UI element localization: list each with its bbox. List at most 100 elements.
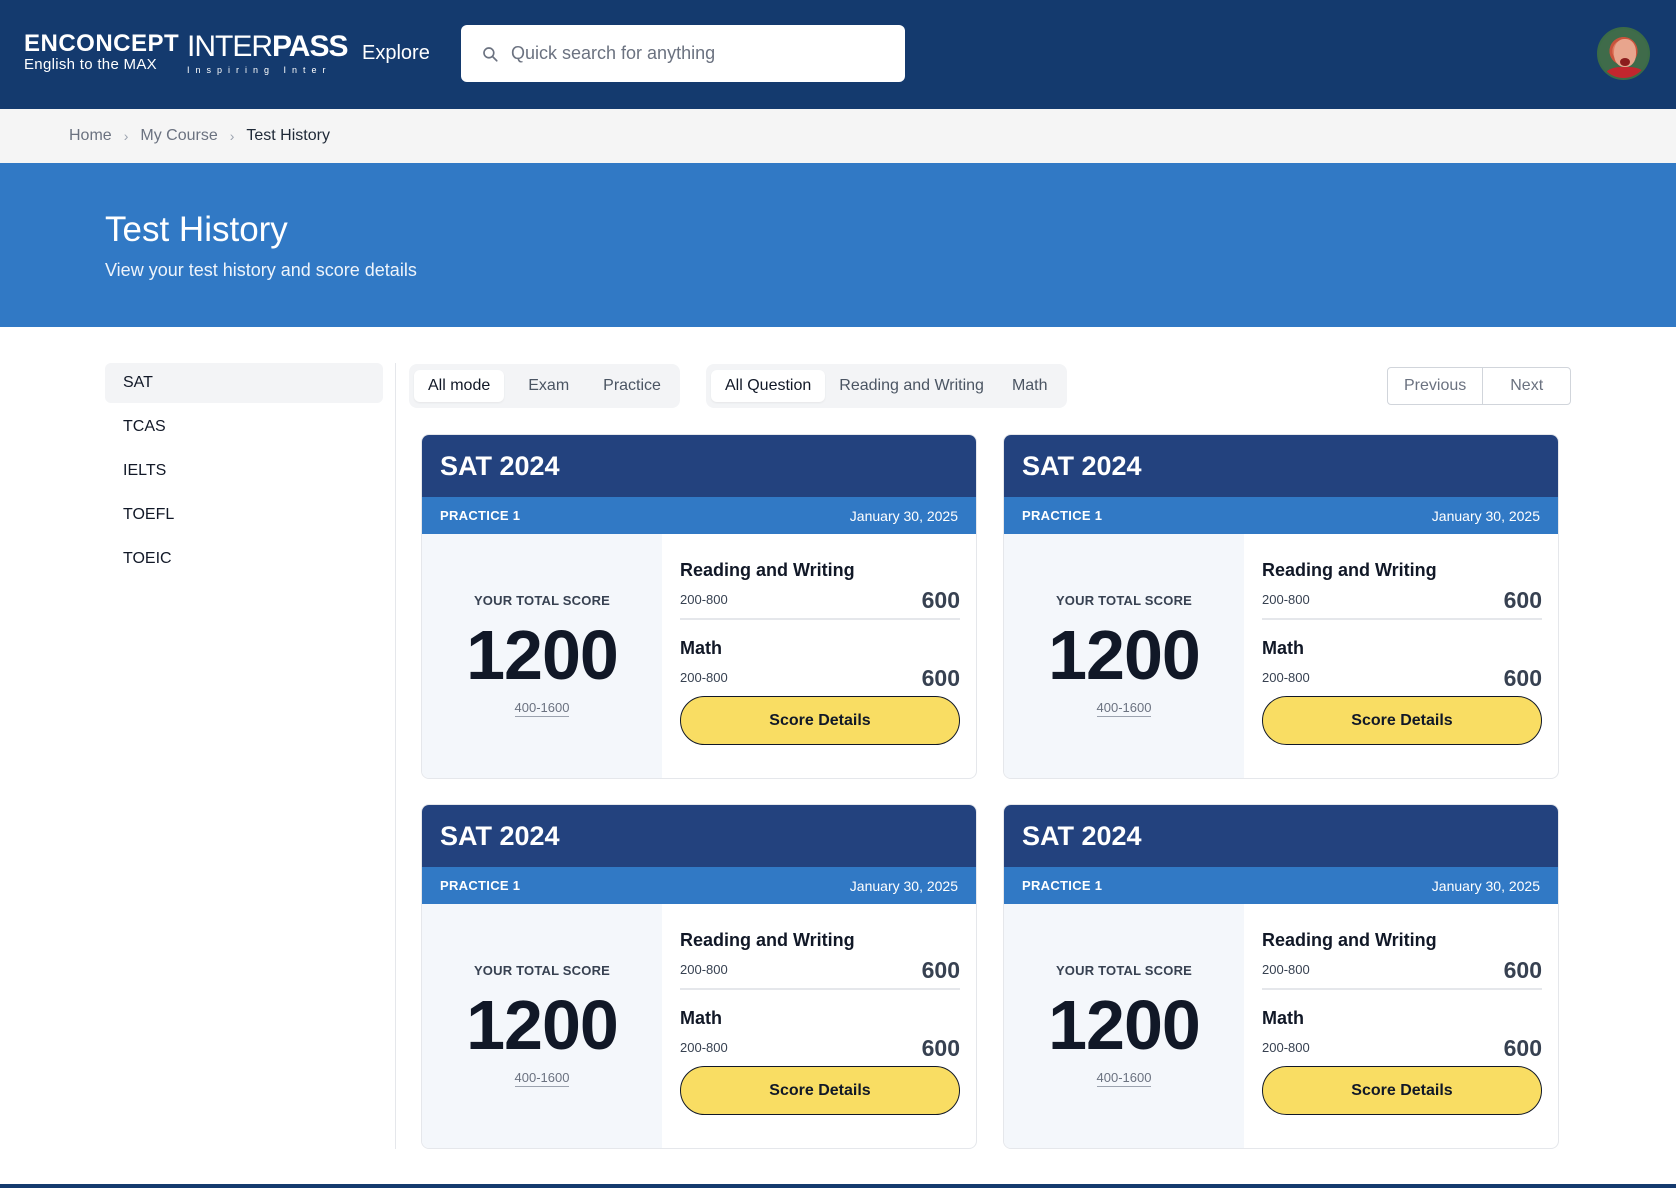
- search-placeholder: Quick search for anything: [511, 43, 716, 63]
- card-date: January 30, 2025: [849, 507, 958, 524]
- card-mode: PRACTICE 1: [1022, 508, 1103, 523]
- card-body: YOUR TOTAL SCORE 1200 400-1600 Reading a…: [1004, 904, 1558, 1148]
- sidebar-item-sat[interactable]: SAT: [105, 363, 383, 403]
- card-subheader: PRACTICE 1 January 30, 2025: [1004, 497, 1558, 534]
- section-score: 600: [1503, 957, 1542, 983]
- sidebar-item-tcas[interactable]: TCAS: [105, 407, 383, 447]
- test-card: SAT 2024 PRACTICE 1 January 30, 2025 YOU…: [1003, 434, 1559, 779]
- section-scores-panel: Reading and Writing 200-800 600 Math 200…: [662, 904, 976, 1148]
- previous-button[interactable]: Previous: [1388, 368, 1482, 404]
- section-score-row: Reading and Writing 200-800 600: [1262, 560, 1542, 620]
- chevron-right-icon: ›: [123, 128, 129, 144]
- total-score-range: 400-1600: [514, 1070, 570, 1087]
- section-range: 200-800: [1262, 592, 1310, 607]
- enconcept-logo-text: ENCONCEPT: [24, 30, 180, 57]
- breadcrumb-home[interactable]: Home: [69, 127, 112, 145]
- pagination: Previous Next: [1387, 367, 1572, 405]
- sidebar-item-toeic[interactable]: TOEIC: [105, 539, 383, 579]
- card-body: YOUR TOTAL SCORE 1200 400-1600 Reading a…: [422, 904, 976, 1148]
- section-scores-panel: Reading and Writing 200-800 600 Math 200…: [1244, 534, 1558, 778]
- search-icon: [483, 46, 498, 62]
- total-score-panel: YOUR TOTAL SCORE 1200 400-1600: [1004, 904, 1244, 1148]
- user-avatar[interactable]: [1597, 27, 1650, 80]
- test-card: SAT 2024 PRACTICE 1 January 30, 2025 YOU…: [421, 804, 977, 1149]
- card-body: YOUR TOTAL SCORE 1200 400-1600 Reading a…: [422, 534, 976, 778]
- card-subheader: PRACTICE 1 January 30, 2025: [1004, 867, 1558, 904]
- total-score-label: YOUR TOTAL SCORE: [1055, 593, 1193, 608]
- section-score: 600: [1503, 1035, 1542, 1061]
- section-score-row: Reading and Writing 200-800 600: [680, 930, 960, 990]
- section-range: 200-800: [680, 592, 728, 607]
- chevron-right-icon: ›: [229, 128, 235, 144]
- section-range: 200-800: [1262, 670, 1310, 685]
- section-score-row: Math 200-800 600: [680, 1008, 960, 1078]
- card-mode: PRACTICE 1: [1022, 878, 1103, 893]
- total-score-label: YOUR TOTAL SCORE: [473, 593, 611, 608]
- nav-explore-link[interactable]: Explore: [362, 42, 430, 65]
- avatar-body-shape: [1605, 67, 1645, 78]
- test-card: SAT 2024 PRACTICE 1 January 30, 2025 YOU…: [1003, 804, 1559, 1149]
- sidebar-item-toefl[interactable]: TOEFL: [105, 495, 383, 535]
- interpass-logo[interactable]: INTERPASS Inspiring Inter: [187, 30, 348, 76]
- section-name: Reading and Writing: [1262, 560, 1437, 580]
- section-score-row: Reading and Writing 200-800 600: [1262, 930, 1542, 990]
- page-subtitle: View your test history and score details: [105, 260, 417, 280]
- section-range: 200-800: [680, 670, 728, 685]
- interpass-logo-text: INTERPASS: [187, 30, 348, 63]
- section-name: Math: [1262, 638, 1304, 658]
- card-title: SAT 2024: [1004, 435, 1558, 497]
- section-name: Math: [1262, 1008, 1304, 1028]
- total-score-range: 400-1600: [514, 700, 570, 717]
- section-score-row: Reading and Writing 200-800 600: [680, 560, 960, 620]
- card-title: SAT 2024: [422, 805, 976, 867]
- filter-practice[interactable]: Practice: [589, 370, 675, 402]
- card-date: January 30, 2025: [1431, 877, 1540, 894]
- interpass-logo-tagline: Inspiring Inter: [187, 65, 332, 75]
- sidebar-item-ielts[interactable]: IELTS: [105, 451, 383, 491]
- enconcept-logo[interactable]: ENCONCEPT English to the MAX: [24, 31, 179, 73]
- avatar-mouth-shape: [1620, 58, 1630, 66]
- top-navbar: ENCONCEPT English to the MAX INTERPASS I…: [0, 0, 1676, 109]
- filter-exam[interactable]: Exam: [514, 370, 583, 402]
- filter-math[interactable]: Math: [998, 370, 1062, 402]
- filter-all-question[interactable]: All Question: [711, 370, 826, 402]
- total-score-panel: YOUR TOTAL SCORE 1200 400-1600: [422, 534, 662, 778]
- page-hero: Test History View your test history and …: [0, 163, 1676, 327]
- exam-sidebar: SAT TCAS IELTS TOEFL TOEIC: [105, 363, 383, 583]
- breadcrumb: Home › My Course › Test History: [0, 109, 1676, 163]
- question-filter-group: All Question Reading and Writing Math: [706, 364, 1067, 408]
- next-button[interactable]: Next: [1482, 368, 1570, 404]
- card-mode: PRACTICE 1: [440, 878, 521, 893]
- breadcrumb-test-history: Test History: [246, 127, 330, 144]
- total-score-value: 1200: [466, 616, 619, 694]
- total-score-value: 1200: [466, 986, 619, 1064]
- total-score-value: 1200: [1048, 986, 1201, 1064]
- card-mode: PRACTICE 1: [440, 508, 521, 523]
- breadcrumb-my-course[interactable]: My Course: [140, 127, 217, 145]
- filter-reading-writing[interactable]: Reading and Writing: [825, 370, 998, 402]
- total-score-panel: YOUR TOTAL SCORE 1200 400-1600: [1004, 534, 1244, 778]
- interpass-logo-part-a: INTER: [187, 30, 273, 63]
- card-subheader: PRACTICE 1 January 30, 2025: [422, 497, 976, 534]
- section-range: 200-800: [1262, 962, 1310, 977]
- section-name: Reading and Writing: [1262, 930, 1437, 950]
- section-score: 600: [1503, 587, 1542, 613]
- sidebar-divider: [395, 363, 396, 1149]
- section-name: Math: [680, 1008, 722, 1028]
- card-subheader: PRACTICE 1 January 30, 2025: [422, 867, 976, 904]
- section-scores-panel: Reading and Writing 200-800 600 Math 200…: [662, 534, 976, 778]
- total-score-label: YOUR TOTAL SCORE: [1055, 963, 1193, 978]
- section-score-row: Math 200-800 600: [680, 638, 960, 708]
- total-score-range: 400-1600: [1096, 700, 1152, 717]
- section-range: 200-800: [680, 1040, 728, 1055]
- card-title: SAT 2024: [1004, 805, 1558, 867]
- search-input[interactable]: Quick search for anything: [461, 25, 905, 82]
- total-score-range: 400-1600: [1096, 1070, 1152, 1087]
- card-body: YOUR TOTAL SCORE 1200 400-1600 Reading a…: [1004, 534, 1558, 778]
- card-title: SAT 2024: [422, 435, 976, 497]
- section-score-row: Math 200-800 600: [1262, 1008, 1542, 1078]
- section-score: 600: [921, 665, 960, 691]
- section-score: 600: [921, 1035, 960, 1061]
- filter-all-mode[interactable]: All mode: [414, 370, 505, 402]
- total-score-panel: YOUR TOTAL SCORE 1200 400-1600: [422, 904, 662, 1148]
